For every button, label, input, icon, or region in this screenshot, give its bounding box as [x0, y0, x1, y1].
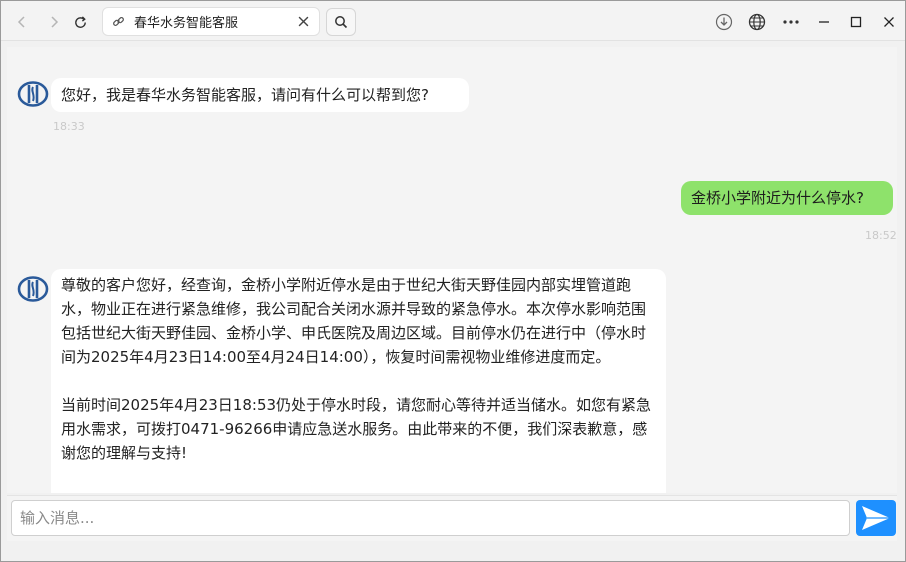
tab-title: 春华水务智能客服	[134, 16, 239, 31]
window-close-icon[interactable]	[876, 9, 902, 35]
message-composer	[7, 495, 897, 541]
message-timestamp: 18:52	[865, 229, 897, 242]
bot-message-paragraph: 尊敬的客户您好，经查询，金桥小学附近停水是由于世纪大街天野佳园内部实埋管道跑水，…	[61, 276, 647, 366]
link-icon	[112, 15, 128, 28]
globe-icon[interactable]	[744, 9, 770, 35]
download-icon[interactable]	[711, 9, 737, 35]
reload-icon[interactable]	[67, 9, 93, 35]
browser-tab[interactable]: 春华水务智能客服	[102, 7, 320, 36]
send-arrow-icon	[862, 506, 890, 530]
browser-toolbar: 春华水务智能客服	[1, 1, 905, 41]
bot-avatar-icon	[17, 273, 49, 305]
send-button[interactable]	[856, 500, 896, 536]
bot-avatar-icon	[17, 78, 49, 110]
browser-window: 春华水务智能客服 您好，我是春华水务智能客服，请问有什么可以帮到您? 18:33…	[0, 0, 906, 562]
search-icon[interactable]	[326, 8, 356, 36]
more-icon[interactable]	[778, 9, 804, 35]
bot-message-bubble: 您好，我是春华水务智能客服，请问有什么可以帮到您?	[51, 78, 469, 112]
message-input[interactable]	[11, 500, 850, 536]
close-icon[interactable]	[293, 13, 313, 31]
bot-message-text: 您好，我是春华水务智能客服，请问有什么可以帮到您?	[61, 86, 429, 104]
chat-viewport[interactable]: 您好，我是春华水务智能客服，请问有什么可以帮到您? 18:33 金桥小学附近为什…	[7, 47, 897, 493]
user-message-text: 金桥小学附近为什么停水?	[691, 189, 864, 207]
back-arrow-icon[interactable]	[9, 9, 35, 35]
message-timestamp: 18:33	[53, 120, 85, 133]
bot-message-paragraph: 当前时间2025年4月23日18:53仍处于停水时段，请您耐心等待并适当储水。如…	[61, 396, 652, 462]
forward-arrow-icon[interactable]	[41, 9, 67, 35]
maximize-icon[interactable]	[843, 9, 869, 35]
user-message-bubble: 金桥小学附近为什么停水?	[681, 181, 893, 215]
bot-message-bubble: 尊敬的客户您好，经查询，金桥小学附近停水是由于世纪大街天野佳园内部实埋管道跑水，…	[51, 269, 666, 493]
minimize-icon[interactable]	[811, 9, 837, 35]
